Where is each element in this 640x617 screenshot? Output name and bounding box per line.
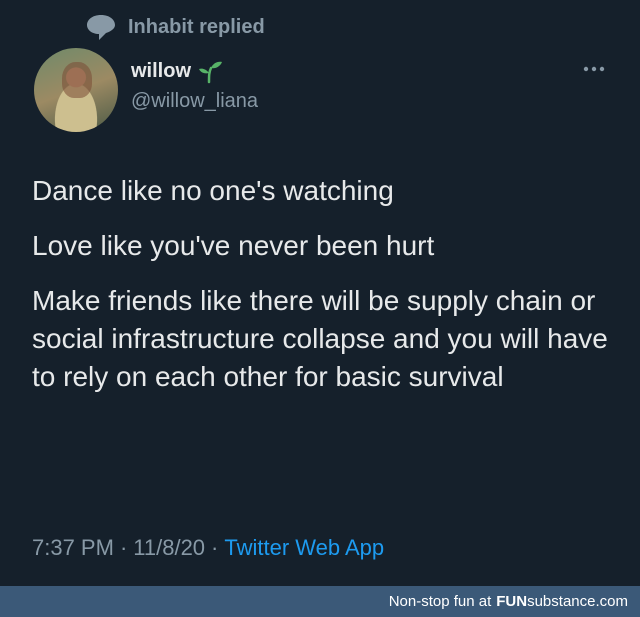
watermark-brand-domain[interactable]: .com [595, 593, 628, 610]
watermark-prefix: Non-stop fun at [388, 593, 492, 610]
separator-dot: · [119, 535, 128, 560]
tweet-line: Make friends like there will be supply c… [32, 285, 608, 392]
separator-dot: · [211, 535, 219, 560]
social-context: Inhabit replied [84, 12, 265, 42]
author-name-row: willow [131, 58, 223, 84]
watermark-brand-fun[interactable]: FUN [496, 593, 527, 610]
tweet-line: Dance like no one's watching [32, 175, 394, 206]
watermark-footer: Non-stop fun at FUN substance .com [0, 586, 640, 617]
user-handle[interactable]: @willow_liana [131, 90, 258, 113]
tweet-line: Love like you've never been hurt [32, 230, 435, 261]
speech-bubble-icon [84, 12, 118, 42]
display-name[interactable]: willow [131, 60, 191, 83]
tweet-date[interactable]: 11/8/20 [133, 535, 205, 561]
more-options-icon[interactable] [582, 62, 606, 74]
social-context-text[interactable]: Inhabit replied [128, 16, 265, 39]
sprout-icon [197, 58, 223, 84]
tweet-time[interactable]: 7:37 PM [32, 535, 114, 561]
tweet-metadata: 7:37 PM · 11/8/20 · Twitter Web App [32, 535, 384, 561]
tweet-source-link[interactable]: Twitter Web App [224, 535, 384, 561]
watermark-brand-substance[interactable]: substance [527, 593, 595, 610]
avatar[interactable] [34, 48, 118, 132]
tweet-text: Dance like no one's watching Love like y… [32, 172, 622, 396]
